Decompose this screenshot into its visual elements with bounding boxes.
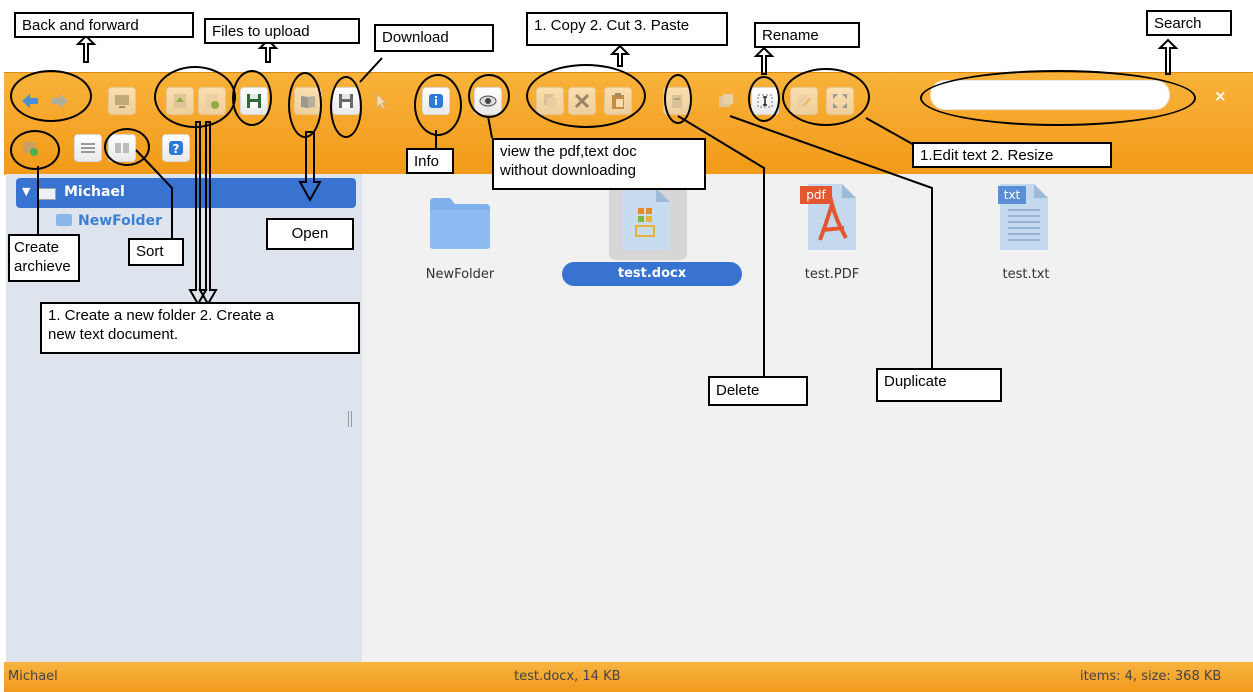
annotation-oval <box>104 128 150 166</box>
duplicate-icon <box>719 94 733 107</box>
note-line: Create <box>14 239 60 256</box>
note-line: 1. Create a new folder 2. Create a <box>48 307 274 324</box>
note-line: archieve <box>14 258 71 275</box>
note-line: without downloading <box>500 162 636 179</box>
note-back-forward: Back and forward <box>14 12 194 38</box>
annotation-oval <box>526 64 646 128</box>
status-summary: items: 4, size: 368 KB <box>1080 669 1222 684</box>
note-new-folder: 1. Create a new folder 2. Create a new t… <box>40 302 360 354</box>
file-label-selected[interactable]: test.docx <box>562 262 742 286</box>
status-bar: Michael test.docx, 14 KB items: 4, size:… <box>4 662 1253 692</box>
drive-icon <box>38 188 56 200</box>
note-files-upload: Files to upload <box>204 18 360 44</box>
help-button[interactable]: ? <box>162 134 190 162</box>
duplicate-button[interactable] <box>712 87 740 115</box>
annotation-oval <box>232 70 272 126</box>
status-selection: test.docx, 14 KB <box>514 669 621 684</box>
note-delete: Delete <box>708 376 808 406</box>
annotation-oval <box>330 76 362 138</box>
reload-button[interactable] <box>108 87 136 115</box>
tree-item-label: NewFolder <box>78 213 162 229</box>
note-line: new text document. <box>48 326 179 343</box>
file-label[interactable]: test.PDF <box>772 267 892 282</box>
annotation-oval <box>920 70 1196 126</box>
svg-text:?: ? <box>173 142 180 156</box>
txt-badge: txt <box>998 186 1026 204</box>
note-line: view the pdf,text doc <box>500 143 637 160</box>
note-search: Search <box>1146 10 1232 36</box>
view-button[interactable] <box>74 134 102 162</box>
tree-item-newfolder[interactable]: NewFolder <box>56 213 162 229</box>
cursor-icon <box>376 92 388 110</box>
annotation-oval <box>10 70 92 122</box>
file-label[interactable]: NewFolder <box>400 267 520 282</box>
list-icon <box>81 143 95 153</box>
tree-item-michael[interactable]: ▼ Michael <box>16 178 356 208</box>
search-clear-icon[interactable]: × <box>1214 87 1227 105</box>
pdf-badge: pdf <box>800 186 832 204</box>
note-create-archive: Create archieve <box>8 234 80 282</box>
annotation-oval <box>288 72 322 138</box>
monitor-icon <box>115 95 129 108</box>
tree-item-label: Michael <box>64 184 125 200</box>
folder-icon[interactable] <box>428 194 492 250</box>
select-button[interactable] <box>368 87 396 115</box>
note-rename: Rename <box>754 22 860 48</box>
file-label[interactable]: test.txt <box>966 267 1086 282</box>
note-copy-cut-paste: 1. Copy 2. Cut 3. Paste <box>526 12 728 46</box>
note-view-pdf: view the pdf,text doc without downloadin… <box>492 138 706 190</box>
sidebar-resize-handle[interactable] <box>348 411 352 427</box>
note-sort: Sort <box>128 238 184 266</box>
expand-arrow-icon[interactable]: ▼ <box>22 185 30 198</box>
note-duplicate: Duplicate <box>876 368 1002 402</box>
note-download: Download <box>374 24 494 52</box>
note-open: Open <box>266 218 354 250</box>
annotation-oval <box>782 68 870 126</box>
annotation-oval <box>748 76 780 122</box>
annotation-oval <box>154 66 236 128</box>
help-icon: ? <box>169 141 183 156</box>
note-edit-resize: 1.Edit text 2. Resize <box>912 142 1112 168</box>
annotation-oval <box>664 74 692 124</box>
annotation-oval <box>468 74 510 118</box>
status-path: Michael <box>8 669 58 684</box>
annotation-oval <box>414 74 462 136</box>
annotation-oval <box>10 130 60 170</box>
folder-icon <box>56 214 72 226</box>
docx-icon[interactable] <box>618 186 674 252</box>
note-info: Info <box>406 148 454 174</box>
